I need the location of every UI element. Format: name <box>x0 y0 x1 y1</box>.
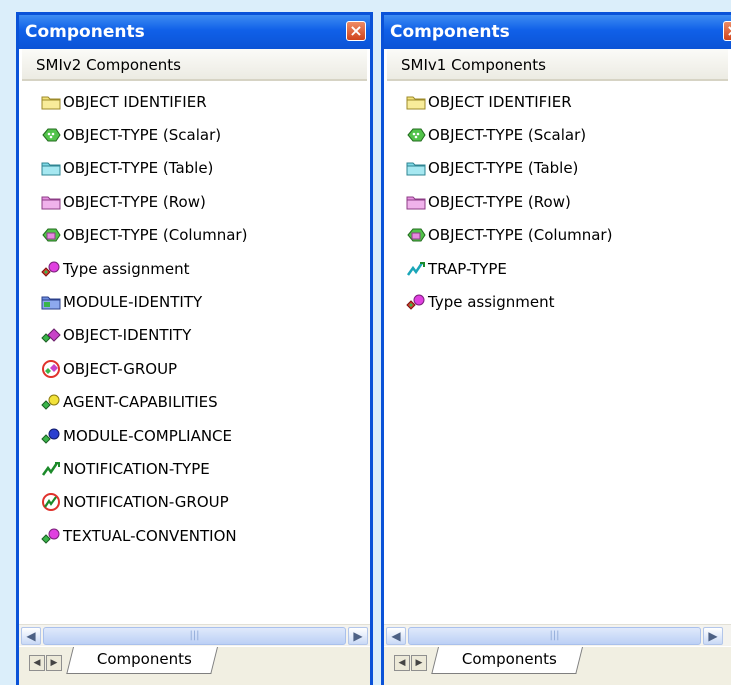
tab-label: Components <box>461 650 557 668</box>
list-item-label: OBJECT-TYPE (Table) <box>63 159 214 178</box>
horizontal-scrollbar[interactable]: ◀ ||| ▶ <box>384 624 731 647</box>
list-item[interactable]: Type assignment <box>19 252 370 285</box>
panel-title: Components <box>25 22 145 42</box>
list-item-label: OBJECT IDENTIFIER <box>428 92 572 111</box>
horizontal-scrollbar[interactable]: ◀ ||| ▶ <box>19 624 370 647</box>
list-header[interactable]: SMIv2 Components <box>22 49 367 81</box>
tab-prev-icon[interactable]: ◀ <box>394 655 410 671</box>
list-item-label: OBJECT-TYPE (Table) <box>428 159 579 178</box>
arrow-left-icon[interactable]: ◀ <box>386 627 406 645</box>
list-item-label: OBJECT-TYPE (Row) <box>63 192 206 211</box>
smiv1-components-panel: Components × SMIv1 Components OBJECT IDE… <box>381 12 731 685</box>
list-item-label: OBJECT IDENTIFIER <box>63 92 207 111</box>
panel-titlebar[interactable]: Components × <box>384 15 731 49</box>
list-item-label: NOTIFICATION-TYPE <box>63 459 210 478</box>
list-item[interactable]: OBJECT-GROUP <box>19 352 370 385</box>
tab-strip: ◀ ▶ Components <box>19 646 370 685</box>
list-item-label: Type assignment <box>428 293 555 312</box>
list-item-label: AGENT-CAPABILITIES <box>63 393 218 412</box>
agent-capabilities-icon <box>41 393 61 411</box>
list-item[interactable]: OBJECT-IDENTITY <box>19 319 370 352</box>
list-item-label: OBJECT-TYPE (Scalar) <box>428 126 587 145</box>
list-item-label: NOTIFICATION-GROUP <box>63 493 229 512</box>
list-item-label: Type assignment <box>63 259 190 278</box>
list-item[interactable]: AGENT-CAPABILITIES <box>19 386 370 419</box>
list-item[interactable]: OBJECT-TYPE (Scalar) <box>19 118 370 151</box>
list-item[interactable]: Type assignment <box>384 285 731 318</box>
folder-cyan-icon <box>41 159 61 177</box>
smiv2-components-panel: Components × SMIv2 Components OBJECT IDE… <box>16 12 373 685</box>
list-item[interactable]: OBJECT IDENTIFIER <box>384 85 731 118</box>
arrow-left-icon[interactable]: ◀ <box>21 627 41 645</box>
module-compliance-icon <box>41 427 61 445</box>
list-item[interactable]: NOTIFICATION-GROUP <box>19 486 370 519</box>
list-item[interactable]: OBJECT-TYPE (Row) <box>384 185 731 218</box>
type-assignment-icon <box>406 293 426 311</box>
list-item-label: OBJECT-TYPE (Scalar) <box>63 126 222 145</box>
type-assignment-icon <box>41 260 61 278</box>
scroll-thumb[interactable]: ||| <box>43 627 346 645</box>
list-header[interactable]: SMIv1 Components <box>387 49 728 81</box>
columnar-green-pink-icon <box>406 226 426 244</box>
component-list: OBJECT IDENTIFIER OBJECT-TYPE (Scalar) OBJ… <box>19 81 370 552</box>
list-item-label: TEXTUAL-CONVENTION <box>63 526 237 545</box>
panel-titlebar[interactable]: Components × <box>19 15 370 49</box>
notification-type-icon <box>41 460 61 478</box>
scalar-green-icon <box>406 126 426 144</box>
tab-label: Components <box>96 650 192 668</box>
tab-components[interactable]: Components <box>66 647 218 674</box>
list-item[interactable]: MODULE-IDENTITY <box>19 285 370 318</box>
tab-next-icon[interactable]: ▶ <box>46 655 62 671</box>
tab-prev-icon[interactable]: ◀ <box>29 655 45 671</box>
folder-pink-icon <box>406 193 426 211</box>
list-item-label: OBJECT-TYPE (Row) <box>428 192 571 211</box>
folder-yellow-icon <box>406 93 426 111</box>
tab-next-icon[interactable]: ▶ <box>411 655 427 671</box>
list-item-label: OBJECT-TYPE (Columnar) <box>428 226 613 245</box>
list-item[interactable]: OBJECT IDENTIFIER <box>19 85 370 118</box>
object-identity-icon <box>41 326 61 344</box>
list-item[interactable]: OBJECT-TYPE (Row) <box>19 185 370 218</box>
folder-pink-icon <box>41 193 61 211</box>
textual-convention-icon <box>41 527 61 545</box>
scroll-thumb[interactable]: ||| <box>408 627 701 645</box>
module-identity-icon <box>41 293 61 311</box>
tab-strip: ◀ ▶ Components <box>384 646 731 685</box>
list-item[interactable]: TEXTUAL-CONVENTION <box>19 519 370 552</box>
list-item[interactable]: OBJECT-TYPE (Columnar) <box>19 219 370 252</box>
list-item[interactable]: MODULE-COMPLIANCE <box>19 419 370 452</box>
component-list: OBJECT IDENTIFIER OBJECT-TYPE (Scalar) OBJ… <box>384 81 731 319</box>
panel-title: Components <box>390 22 510 42</box>
object-group-icon <box>41 359 61 378</box>
list-item-label: MODULE-COMPLIANCE <box>63 426 233 445</box>
list-item-label: MODULE-IDENTITY <box>63 293 203 312</box>
list-item[interactable]: OBJECT-TYPE (Columnar) <box>384 219 731 252</box>
scalar-green-icon <box>41 126 61 144</box>
list-item[interactable]: NOTIFICATION-TYPE <box>19 452 370 485</box>
trap-type-icon <box>406 260 426 278</box>
list-item-label: TRAP-TYPE <box>428 259 507 278</box>
notification-group-icon <box>41 493 61 512</box>
list-item-label: OBJECT-GROUP <box>63 359 178 378</box>
close-icon[interactable]: × <box>346 21 366 41</box>
list-item[interactable]: OBJECT-TYPE (Scalar) <box>384 118 731 151</box>
close-icon[interactable]: × <box>723 21 731 41</box>
list-item[interactable]: TRAP-TYPE <box>384 252 731 285</box>
tab-components[interactable]: Components <box>431 647 583 674</box>
folder-yellow-icon <box>41 93 61 111</box>
folder-cyan-icon <box>406 159 426 177</box>
list-item-label: OBJECT-TYPE (Columnar) <box>63 226 248 245</box>
arrow-right-icon[interactable]: ▶ <box>703 627 723 645</box>
columnar-green-pink-icon <box>41 226 61 244</box>
list-item[interactable]: OBJECT-TYPE (Table) <box>19 152 370 185</box>
list-item-label: OBJECT-IDENTITY <box>63 326 192 345</box>
arrow-right-icon[interactable]: ▶ <box>348 627 368 645</box>
list-item[interactable]: OBJECT-TYPE (Table) <box>384 152 731 185</box>
